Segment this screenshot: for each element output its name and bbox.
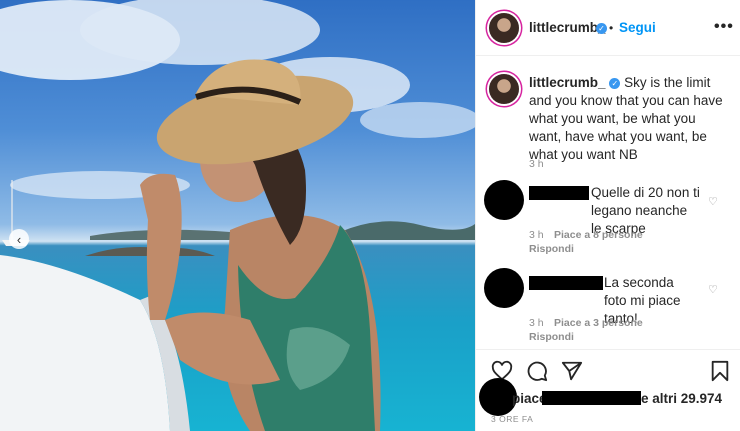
- comment-timestamp[interactable]: 3 h: [529, 229, 544, 241]
- comment-like-heart-icon[interactable]: ♡: [708, 283, 718, 296]
- caption-avatar[interactable]: [489, 74, 519, 104]
- chevron-left-icon: ‹: [16, 231, 22, 247]
- redacted-username: [542, 391, 641, 405]
- redacted-username: [529, 276, 603, 290]
- caption-username[interactable]: littlecrumb_: [529, 75, 606, 90]
- carousel-prev-button[interactable]: ‹: [9, 229, 29, 249]
- comment-likes-count[interactable]: Piace a 3 persone: [554, 317, 643, 329]
- post-header: littlecrumb_ ✓ • Segui •••: [476, 0, 740, 56]
- post-side-panel: littlecrumb_ ✓ • Segui ••• littlecrumb_ …: [475, 0, 740, 431]
- redacted-username: [529, 186, 589, 200]
- comment-timestamp[interactable]: 3 h: [529, 317, 544, 329]
- comment-likes-count[interactable]: Piace a 8 persone: [554, 229, 643, 241]
- likes-count[interactable]: e altri 29.974: [641, 391, 722, 406]
- separator-dot: •: [609, 21, 614, 35]
- comment-bubble-icon[interactable]: [526, 360, 548, 382]
- verified-badge-icon: ✓: [609, 78, 621, 89]
- more-options-icon[interactable]: •••: [714, 18, 734, 36]
- share-paper-plane-icon[interactable]: [561, 360, 583, 382]
- reply-button[interactable]: Rispondi: [529, 243, 574, 255]
- comment-like-heart-icon[interactable]: ♡: [708, 195, 718, 208]
- verified-badge-icon: ✓: [596, 23, 607, 34]
- follow-button[interactable]: Segui: [619, 20, 656, 35]
- reply-button[interactable]: Rispondi: [529, 331, 574, 343]
- post-timestamp[interactable]: 3 ORE FA: [491, 414, 533, 424]
- save-bookmark-icon[interactable]: [709, 360, 731, 382]
- post-photo[interactable]: ‹: [0, 0, 475, 431]
- avatar[interactable]: [489, 13, 519, 43]
- redacted-avatar: [484, 268, 524, 308]
- caption-timestamp[interactable]: 3 h: [529, 158, 544, 170]
- post-author-username[interactable]: littlecrumb_: [529, 20, 606, 35]
- beach-boat-photo: [0, 0, 475, 431]
- post-caption: littlecrumb_ ✓ Sky is the limit and you …: [529, 74, 729, 164]
- redacted-avatar: [484, 180, 524, 220]
